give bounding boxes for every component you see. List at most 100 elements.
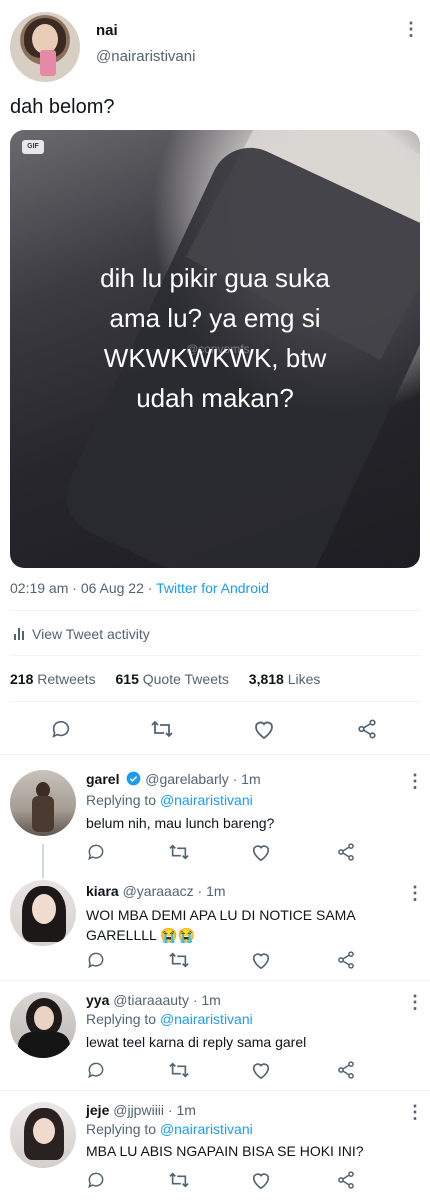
reply-avatar[interactable]: [10, 880, 76, 946]
reply-text: lewat teel karna di reply sama garel: [86, 1034, 307, 1050]
replying-to-mention[interactable]: @nairaristivani: [160, 1011, 253, 1027]
reply-actions: [86, 842, 366, 864]
reply-time: · 1m: [164, 1102, 196, 1118]
author-handle[interactable]: @nairaristivani: [96, 48, 195, 65]
avatar-body: [32, 796, 54, 832]
reply-author[interactable]: garel @garelabarly · 1m: [86, 771, 261, 787]
verified-icon: [126, 771, 141, 786]
reply-time: · 1m: [228, 771, 261, 787]
retweet-icon[interactable]: [168, 842, 190, 862]
divider: [10, 701, 420, 702]
tweet-meta: 02:19 am · 06 Aug 22 · Twitter for Andro…: [10, 580, 269, 596]
reply-time: · 1m: [188, 992, 221, 1008]
like-icon[interactable]: [252, 718, 276, 740]
share-icon[interactable]: [336, 1170, 356, 1190]
likes-label: Likes: [287, 671, 321, 687]
tweet-timestamp: 02:19 am · 06 Aug 22 ·: [10, 580, 157, 596]
activity-label: View Tweet activity: [32, 626, 150, 642]
replying-to-label: Replying to: [86, 1011, 160, 1027]
reply-author-handle: @garelabarly: [145, 771, 229, 787]
thread-connector: [42, 844, 44, 878]
tweet-source[interactable]: Twitter for Android: [156, 580, 269, 596]
more-icon[interactable]: ⋮: [402, 20, 420, 38]
reply-author[interactable]: yya @tiaraaauty · 1m: [86, 992, 221, 1008]
divider: [10, 610, 420, 611]
reply-author-handle: @tiaraaauty: [113, 992, 189, 1008]
reply-text: WOI MBA DEMI APA LU DI NOTICE SAMA GAREL…: [86, 907, 355, 943]
reply-author[interactable]: kiara @yaraaacz · 1m: [86, 883, 226, 899]
share-icon[interactable]: [336, 842, 356, 862]
retweet-icon[interactable]: [168, 1170, 190, 1190]
avatar-face: [32, 894, 56, 924]
caption-line: ama lu? ya emg si: [109, 303, 321, 333]
quotes-stat[interactable]: 615 Quote Tweets: [116, 671, 229, 687]
more-icon[interactable]: ⋮: [406, 884, 424, 902]
media-watermark: @convomfs: [186, 342, 250, 356]
reply-avatar[interactable]: [10, 992, 76, 1058]
author-name[interactable]: nai: [96, 22, 118, 39]
caption-line: dih lu pikir gua suka: [100, 263, 330, 293]
more-icon[interactable]: ⋮: [406, 993, 424, 1011]
bar-chart-icon: [14, 628, 24, 640]
like-icon[interactable]: [250, 842, 272, 862]
replying-to-mention[interactable]: @nairaristivani: [160, 1121, 253, 1137]
tweet-stats: 218 Retweets 615 Quote Tweets 3,818 Like…: [10, 671, 336, 687]
replying-to: Replying to @nairaristivani: [86, 1121, 253, 1137]
reply-author-name: yya: [86, 992, 110, 1008]
caption-line: udah makan?: [136, 383, 294, 413]
reply-author-handle: @jjpwiiii: [113, 1102, 165, 1118]
share-icon[interactable]: [356, 718, 378, 740]
like-icon[interactable]: [250, 1060, 272, 1080]
avatar-face: [33, 1118, 55, 1144]
reply-avatar[interactable]: [10, 770, 76, 836]
tweet-text: dah belom?: [10, 96, 115, 118]
reply-author-name: garel: [86, 771, 120, 787]
view-activity-link[interactable]: View Tweet activity: [14, 626, 150, 642]
retweets-count: 218: [10, 671, 34, 687]
author-avatar[interactable]: [10, 12, 80, 82]
reply-icon[interactable]: [50, 718, 72, 740]
reply-author[interactable]: jeje @jjpwiiii · 1m: [86, 1102, 196, 1118]
replying-to: Replying to @nairaristivani: [86, 1011, 253, 1027]
gif-icon: GIF: [22, 140, 44, 154]
tweet-media[interactable]: GIF dih lu pikir gua suka ama lu? ya emg…: [10, 130, 420, 568]
like-icon[interactable]: [250, 1170, 272, 1190]
divider: [10, 655, 420, 656]
more-icon[interactable]: ⋮: [406, 1103, 424, 1121]
reply-author-name: jeje: [86, 1102, 110, 1118]
reply-text: MBA LU ABIS NGAPAIN BISA SE HOKI INI?: [86, 1143, 364, 1159]
quotes-label: Quote Tweets: [142, 671, 229, 687]
tweet-actions: [0, 714, 430, 744]
reply-text: belum nih, mau lunch bareng?: [86, 815, 275, 831]
reply-icon[interactable]: [86, 950, 106, 970]
retweet-icon[interactable]: [150, 718, 174, 740]
replying-to-mention[interactable]: @nairaristivani: [160, 792, 253, 808]
divider: [0, 980, 430, 981]
reply-actions: [86, 1170, 366, 1192]
reply-author-handle: @yaraaacz: [122, 883, 194, 899]
share-icon[interactable]: [336, 950, 356, 970]
retweets-label: Retweets: [37, 671, 96, 687]
retweet-icon[interactable]: [168, 1060, 190, 1080]
reply-icon[interactable]: [86, 1170, 106, 1190]
likes-stat[interactable]: 3,818 Likes: [249, 671, 321, 687]
more-icon[interactable]: ⋮: [406, 772, 424, 790]
avatar-body: [18, 1032, 70, 1058]
avatar-face: [34, 1006, 54, 1030]
reply-icon[interactable]: [86, 842, 106, 862]
reply-icon[interactable]: [86, 1060, 106, 1080]
replying-to-label: Replying to: [86, 1121, 160, 1137]
like-icon[interactable]: [250, 950, 272, 970]
reply-time: · 1m: [193, 883, 226, 899]
reply-actions: [86, 1060, 366, 1082]
retweet-icon[interactable]: [168, 950, 190, 970]
reply-avatar[interactable]: [10, 1102, 76, 1168]
reply-author-name: kiara: [86, 883, 119, 899]
quotes-count: 615: [115, 671, 139, 687]
replying-to-label: Replying to: [86, 792, 160, 808]
divider: [0, 754, 430, 755]
share-icon[interactable]: [336, 1060, 356, 1080]
likes-count: 3,818: [248, 671, 284, 687]
avatar-phone: [40, 50, 56, 76]
retweets-stat[interactable]: 218 Retweets: [10, 671, 96, 687]
